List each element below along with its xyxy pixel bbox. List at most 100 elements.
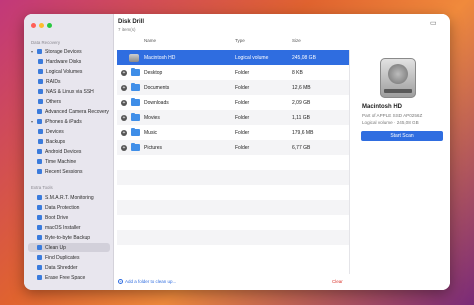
add-icon[interactable]: + [121,114,127,121]
sidebar-item-logical-volumes[interactable]: Logical Volumes [36,67,110,76]
row-size: 2,09 GB [292,99,311,106]
empty-row [117,170,349,185]
table-row[interactable]: + Pictures Folder 6,77 GB [117,140,349,155]
row-type: Folder [235,144,250,151]
sidebar-item-label: Clean Up [45,244,66,251]
sidebar-item-backups[interactable]: Backups [36,137,110,146]
sidebar-item-clean-up[interactable]: Clean Up [28,243,110,252]
sidebar-item-label: Find Duplicates [45,254,80,261]
sidebar-item-label: Devices [46,128,64,135]
close-button[interactable] [31,23,36,28]
sidebar-item-label: RAIDs [46,78,61,85]
sidebar-item-storage-devices[interactable]: ▾ Storage Devices [28,47,110,56]
time-machine-icon [37,159,42,164]
network-icon [38,89,43,94]
duplicate-icon [37,255,42,260]
backup-icon [38,139,43,144]
table-row[interactable]: + Movies Folder 1,11 GB [117,110,349,125]
folder-icon [131,127,140,136]
empty-row [117,245,349,260]
table-row[interactable]: + Desktop Folder 8 KB [117,65,349,80]
row-type: Folder [235,114,250,121]
minimize-button[interactable] [39,23,44,28]
sidebar-item-boot-drive[interactable]: Boot Drive [28,213,110,222]
chevron-down-icon[interactable]: ▾ [30,49,34,54]
chevron-down-icon[interactable]: ▾ [30,119,34,124]
start-scan-button[interactable]: Start Scan [361,131,443,141]
row-type: Folder [235,69,250,76]
section-extra-tools: Extra Tools [31,185,53,190]
sidebar-item-byte-backup[interactable]: Byte-to-byte Backup [28,233,110,242]
device-icon [38,129,43,134]
sidebar-item-label: Storage Devices [45,48,82,55]
storage-icon [37,49,42,54]
table-row[interactable]: + Music Folder 179,6 MB [117,125,349,140]
disk-icon [38,59,43,64]
column-header-size[interactable]: Size [292,38,301,46]
clock-icon [37,169,42,174]
sidebar-item-label: Others [46,98,62,105]
item-count: 7 item(s) [118,27,136,32]
table-row[interactable]: Macintosh HD Logical volume 245,08 GB [117,50,349,65]
boot-icon [37,215,42,220]
book-icon[interactable]: ▭ [430,20,438,27]
sidebar-item-camera-recovery[interactable]: Advanced Camera Recovery [28,107,110,116]
row-name: Macintosh HD [144,54,176,61]
volume-icon [38,69,43,74]
shield-icon [37,205,42,210]
sidebar-item-smart[interactable]: S.M.A.R.T. Monitoring [28,193,110,202]
clear-button[interactable]: Clear [332,279,343,284]
detail-volume-info: Logical volume · 245,08 GB [362,120,419,125]
monitor-icon [37,195,42,200]
empty-row [117,155,349,170]
sidebar-item-data-shredder[interactable]: Data Shredder [28,263,110,272]
detail-panel: Macintosh HD Part of APPLE SSD AP0256Z L… [352,36,450,290]
sidebar-item-nas[interactable]: NAS & Linux via SSH [36,87,110,96]
sidebar-item-label: Advanced Camera Recovery [45,108,109,115]
sidebar-item-raids[interactable]: RAIDs [36,77,110,86]
sidebar-item-erase-free-space[interactable]: Erase Free Space [28,273,110,282]
sidebar-item-recent-sessions[interactable]: Recent Sessions [28,167,110,176]
column-header-type[interactable]: Type [235,38,245,46]
add-icon[interactable]: + [121,99,127,106]
add-icon[interactable]: + [121,129,127,136]
empty-row [117,200,349,215]
folder-icon [131,97,140,106]
sidebar-item-macos-installer[interactable]: macOS Installer [28,223,110,232]
sidebar-item-android[interactable]: Android Devices [28,147,110,156]
zoom-button[interactable] [47,23,52,28]
row-size: 12,6 MB [292,84,311,91]
row-name: Downloads [144,99,169,106]
sidebar-item-label: Logical Volumes [46,68,83,75]
sidebar-item-label: Recent Sessions [45,168,83,175]
row-size: 8 KB [292,69,303,76]
add-icon[interactable]: + [121,84,127,91]
row-name: Movies [144,114,160,121]
sidebar-item-others[interactable]: Others [36,97,110,106]
table-row[interactable]: + Downloads Folder 2,09 GB [117,95,349,110]
sidebar-item-label: Data Shredder [45,264,78,271]
sidebar-item-iphones[interactable]: ▾ iPhones & iPads [28,117,110,126]
page-title: Disk Drill [118,19,145,25]
sidebar-item-time-machine[interactable]: Time Machine [28,157,110,166]
sidebar-item-find-duplicates[interactable]: Find Duplicates [28,253,110,262]
column-header-name[interactable]: Name [144,38,156,46]
table-row[interactable]: + Documents Folder 12,6 MB [117,80,349,95]
row-size: 6,77 GB [292,144,311,151]
sidebar-item-data-protection[interactable]: Data Protection [28,203,110,212]
installer-icon [37,225,42,230]
folder-icon [131,82,140,91]
sidebar-item-label: Boot Drive [45,214,69,221]
sidebar-item-label: Backups [46,138,66,145]
main-area: Disk Drill 7 item(s) ▭ Name Type Size Ma… [114,14,450,290]
row-name: Music [144,129,158,136]
shredder-icon [37,265,42,270]
add-icon[interactable]: + [121,69,127,76]
add-icon[interactable]: + [121,144,127,151]
sidebar-item-hardware-disks[interactable]: Hardware Disks [36,57,110,66]
empty-row [117,185,349,200]
add-folder-button[interactable]: + Add a folder to clean up... [118,279,176,284]
sidebar-item-label: Data Protection [45,204,80,211]
sidebar-item-devices[interactable]: Devices [36,127,110,136]
row-type: Folder [235,84,250,91]
